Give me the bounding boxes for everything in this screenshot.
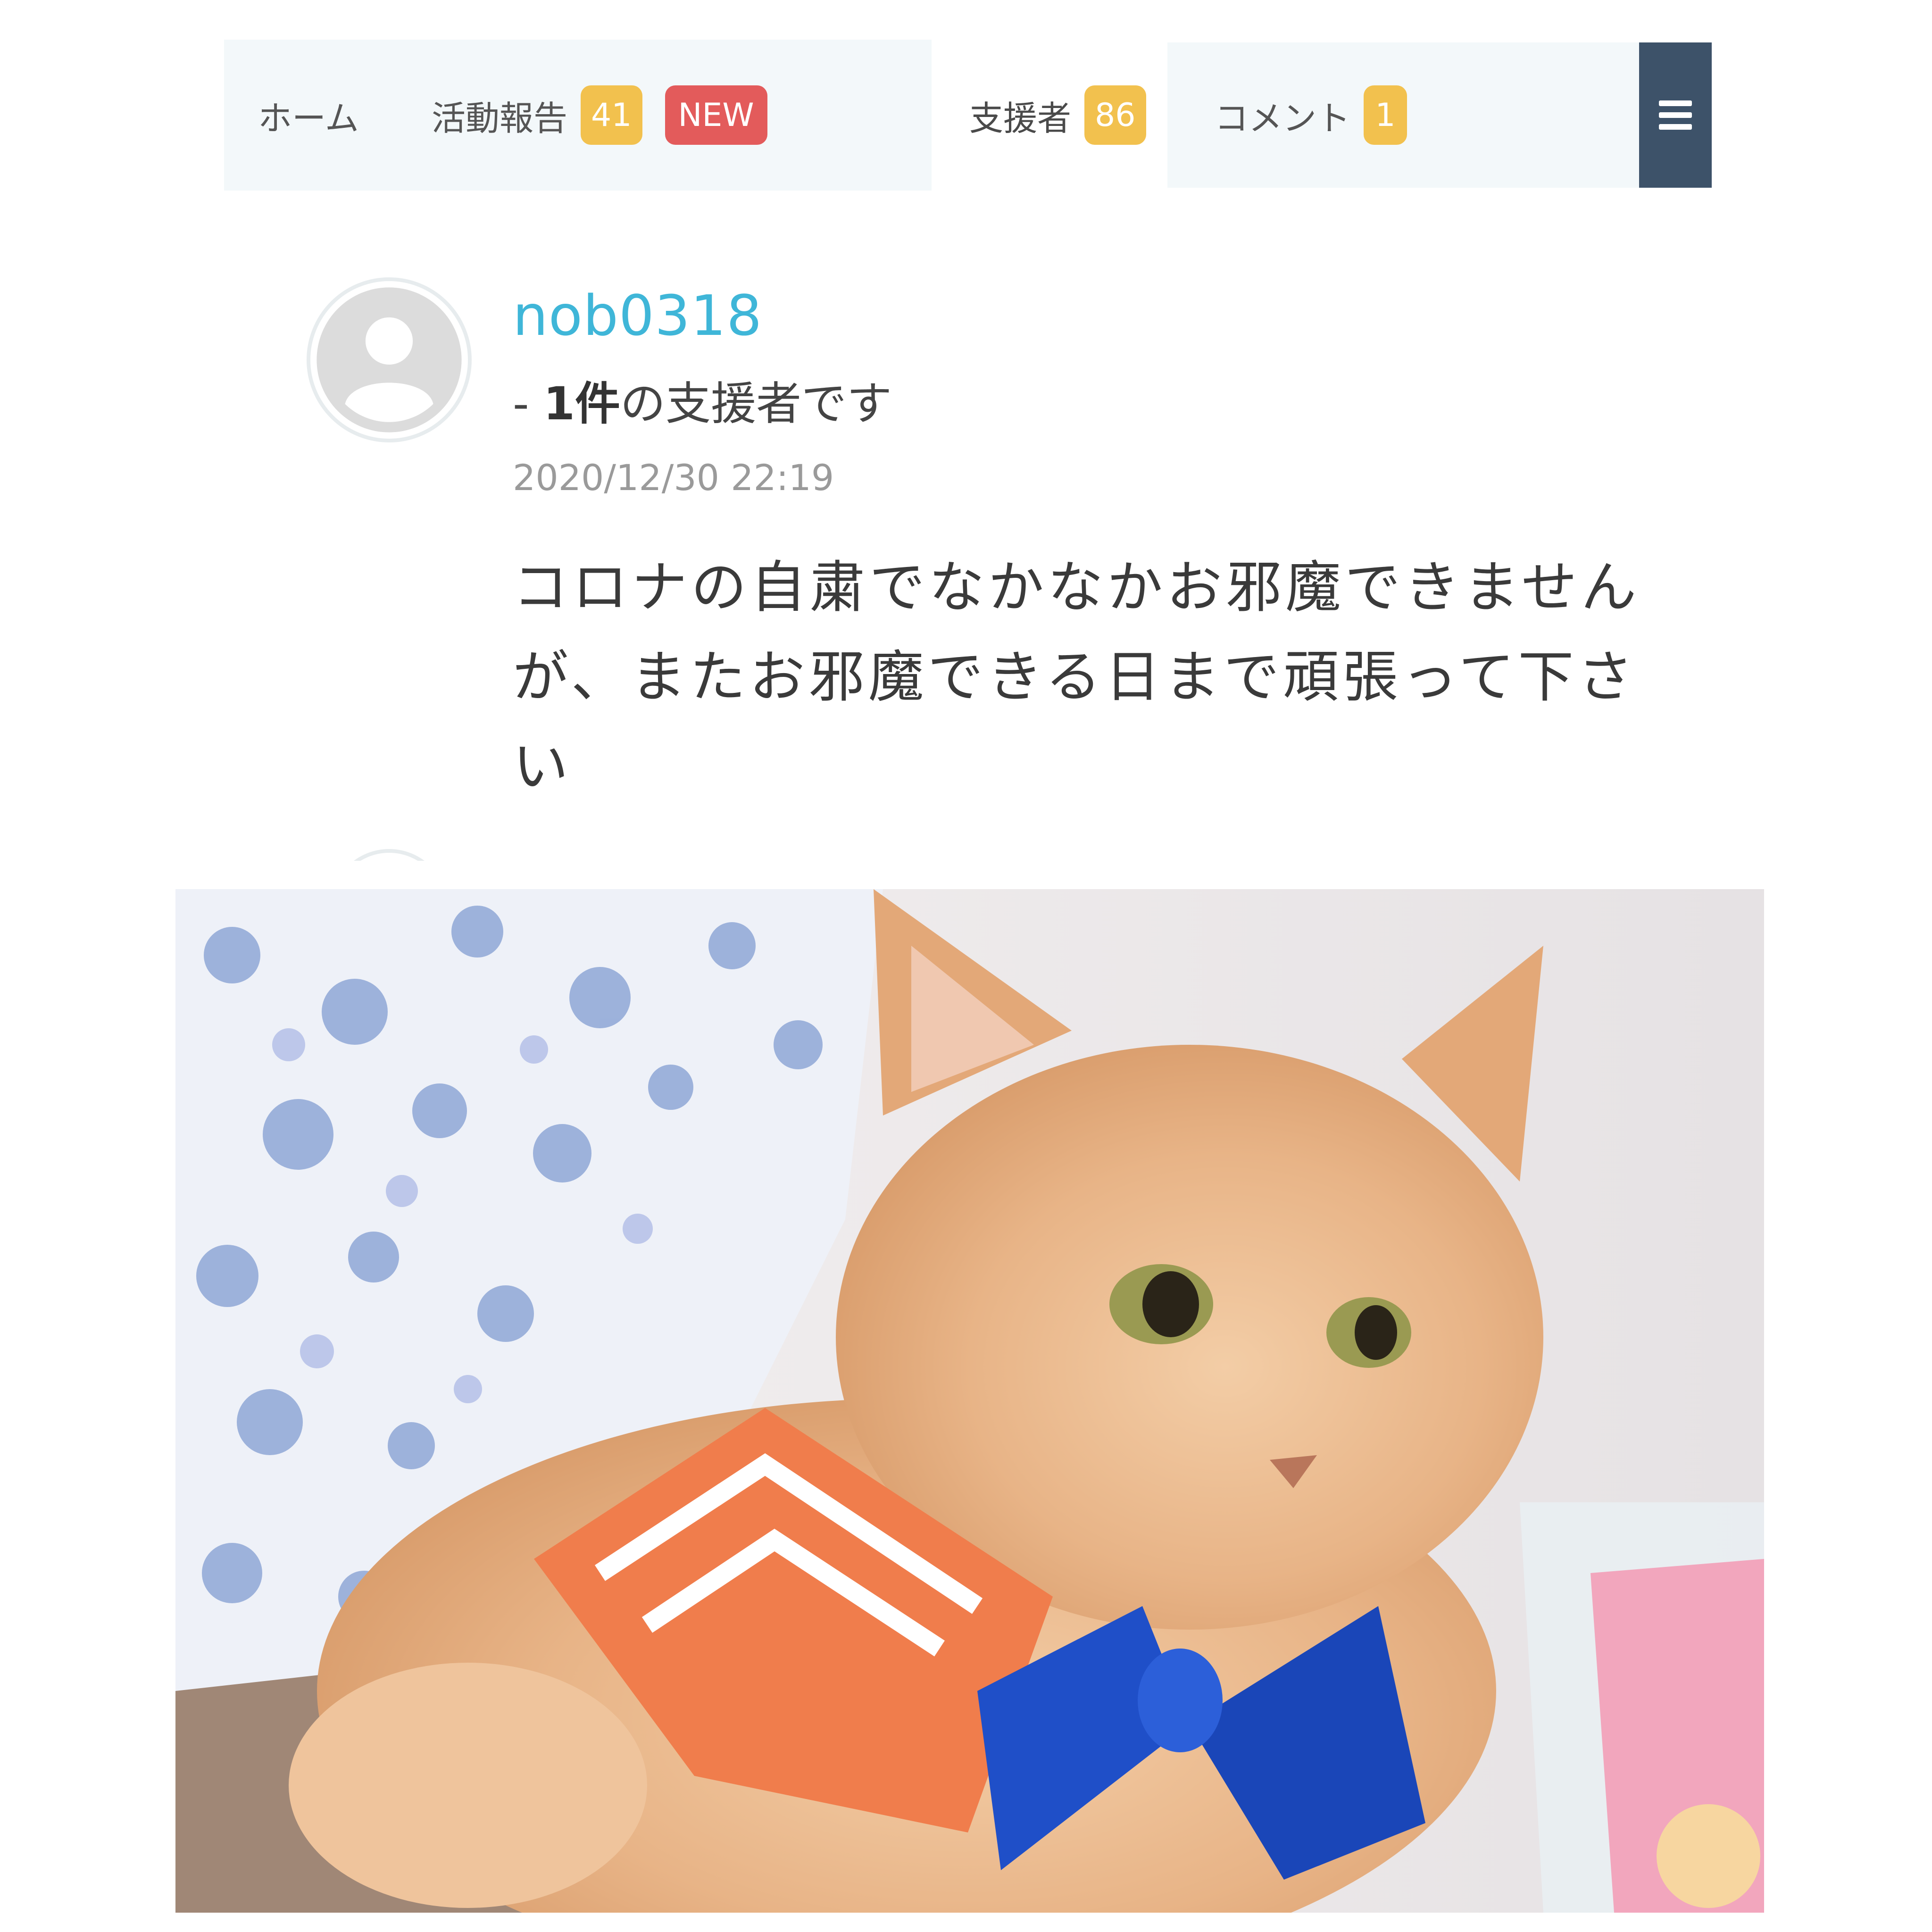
menu-button[interactable] — [1639, 42, 1712, 188]
tab-activity-report[interactable]: 活動報告 41 NEW — [361, 40, 932, 191]
user-icon — [316, 287, 462, 433]
username-link[interactable]: nob0318 — [513, 283, 762, 348]
activity-report-count-badge: 41 — [581, 85, 642, 145]
comment-timestamp: 2020/12/30 22:19 — [513, 457, 834, 499]
page: ホーム 活動報告 41 NEW 支援者 86 コメント 1 nob0318 - … — [0, 0, 1932, 1932]
tab-home-label: ホーム — [258, 98, 359, 138]
support-suffix: の支援者です — [620, 377, 892, 430]
tab-supporters-label: 支援者 — [969, 98, 1072, 138]
support-count: 1件 — [543, 377, 620, 430]
tab-home[interactable]: ホーム — [224, 40, 361, 191]
hamburger-icon — [1659, 100, 1692, 130]
comment-body: コロナの自粛でなかなかお邪魔できませんが、またお邪魔できる日まで頑張って下さい — [513, 555, 1641, 799]
tab-bar: ホーム 活動報告 41 NEW 支援者 86 コメント 1 — [224, 40, 1712, 191]
tab-comments[interactable]: コメント 1 — [1167, 42, 1639, 188]
tab-comments-label: コメント — [1215, 98, 1351, 138]
support-prefix: - — [513, 377, 544, 430]
support-count-text: - 1件の支援者です — [513, 367, 892, 433]
avatar[interactable] — [307, 277, 472, 442]
new-badge: NEW — [665, 85, 767, 145]
tab-supporters[interactable]: 支援者 86 — [932, 40, 1167, 191]
tab-activity-report-label: 活動報告 — [432, 98, 568, 138]
cat-photo — [175, 889, 1764, 1913]
supporters-count-badge: 86 — [1084, 85, 1146, 145]
comments-count-badge: 1 — [1364, 85, 1407, 145]
